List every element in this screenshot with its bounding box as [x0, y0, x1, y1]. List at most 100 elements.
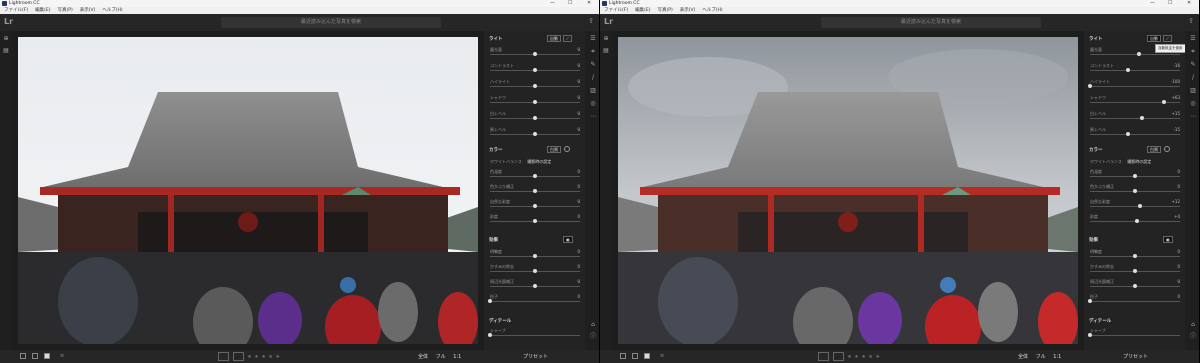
slider-value[interactable]: +0.35 — [1168, 47, 1180, 52]
bw-button[interactable]: 白黒 — [547, 146, 561, 153]
library-icon[interactable]: ▤ — [3, 48, 9, 54]
slider-value[interactable]: -16 — [1173, 63, 1180, 68]
slider-thumb[interactable] — [1133, 269, 1137, 273]
maximize-icon[interactable]: ☐ — [568, 0, 572, 7]
brush-icon[interactable]: / — [1190, 75, 1196, 81]
slider-thumb[interactable] — [533, 100, 537, 104]
slider-thumb[interactable] — [1125, 68, 1130, 72]
slider-light-4[interactable]: 白レベル 0 — [490, 111, 580, 121]
slider-value[interactable]: 0 — [1177, 184, 1180, 189]
linear-gradient-icon[interactable]: ▥ — [590, 88, 596, 94]
menu-help[interactable]: ヘルプ(H) — [102, 7, 122, 14]
slider-thumb[interactable] — [488, 299, 492, 303]
slider-light-2[interactable]: ハイライト -100 — [1088, 79, 1180, 89]
healing-brush-icon[interactable]: ✎ — [590, 62, 596, 68]
radial-gradient-icon[interactable]: ◎ — [590, 101, 596, 107]
slider-color-1[interactable]: 色かぶり補正 0 — [1090, 184, 1180, 194]
detail-view-icon[interactable] — [644, 353, 650, 359]
curve-icon[interactable]: ⟋ — [563, 35, 572, 42]
star-icon[interactable]: ★ — [276, 354, 280, 360]
radial-gradient-icon[interactable]: ◎ — [1190, 101, 1196, 107]
zoom-fill[interactable]: フル — [1036, 354, 1046, 360]
pick-flag-icon[interactable] — [218, 352, 229, 361]
slider-thumb[interactable] — [533, 189, 537, 193]
more-icon[interactable]: ⋯ — [1190, 114, 1196, 120]
tag-icon[interactable]: ⌂ — [590, 322, 596, 328]
sharpen-slider[interactable]: シャープ — [488, 328, 580, 338]
slider-thumb[interactable] — [533, 52, 537, 56]
slider-thumb[interactable] — [1088, 333, 1092, 337]
slider-value[interactable]: +63 — [1172, 95, 1180, 100]
slider-light-1[interactable]: コントラスト -16 — [1090, 63, 1180, 73]
edit-sliders-icon[interactable]: ☰ — [590, 36, 596, 42]
close-icon[interactable]: ✕ — [1187, 0, 1191, 7]
slider-thumb[interactable] — [488, 333, 492, 337]
slider-color-0[interactable]: 色温度 0 — [1090, 169, 1180, 179]
slider-value[interactable]: 0 — [577, 169, 580, 174]
auto-button[interactable]: 自動 — [1147, 35, 1161, 42]
slider-color-1[interactable]: 色かぶり補正 0 — [490, 184, 580, 194]
slider-value[interactable]: 0 — [577, 264, 580, 269]
white-balance-select[interactable]: 撮影時の設定 — [527, 159, 551, 164]
crop-icon[interactable]: ⌗ — [1190, 49, 1196, 55]
menu-file[interactable]: ファイル(F) — [4, 7, 28, 14]
slider-light-5[interactable]: 黒レベル 0 — [490, 127, 580, 137]
slider-thumb[interactable] — [1136, 52, 1141, 56]
add-photos-icon[interactable]: ⊕ — [3, 36, 9, 42]
slider-color-3[interactable]: 彩度 0 — [490, 214, 580, 224]
more-icon[interactable]: ⋯ — [590, 114, 596, 120]
zoom-fill[interactable]: フル — [436, 354, 446, 360]
slider-thumb[interactable] — [533, 132, 537, 136]
curve-icon[interactable]: ⟋ — [1163, 35, 1172, 42]
reject-flag-icon[interactable] — [832, 352, 844, 361]
slider-value[interactable]: -15 — [1173, 127, 1180, 132]
close-icon[interactable]: ✕ — [587, 0, 591, 7]
menu-view[interactable]: 表示(V) — [680, 7, 696, 14]
star-icon[interactable]: ★ — [854, 354, 858, 360]
linear-gradient-icon[interactable]: ▥ — [1190, 88, 1196, 94]
healing-brush-icon[interactable]: ✎ — [1190, 62, 1196, 68]
slider-thumb[interactable] — [1133, 189, 1137, 193]
sharpen-slider[interactable]: シャープ — [1088, 328, 1180, 338]
slider-effects-3[interactable]: 粒子 0 — [488, 294, 580, 304]
effects-settings-icon[interactable]: ▣ — [1163, 236, 1173, 243]
slider-value[interactable]: 0 — [1177, 249, 1180, 254]
square-grid-icon[interactable] — [632, 353, 638, 359]
slider-value[interactable]: 0 — [577, 95, 580, 100]
slider-thumb[interactable] — [1138, 204, 1143, 208]
slider-value[interactable]: 0 — [577, 294, 580, 299]
zoom-fit[interactable]: 全体 — [418, 354, 428, 360]
star-icon[interactable]: ★ — [847, 354, 851, 360]
preset-button[interactable]: プリセット — [1123, 353, 1148, 360]
slider-thumb[interactable] — [1133, 254, 1137, 258]
slider-value[interactable]: 0 — [577, 199, 580, 204]
slider-thumb[interactable] — [533, 84, 537, 88]
star-icon[interactable]: ★ — [861, 354, 865, 360]
zoom-1to1[interactable]: 1:1 — [1053, 354, 1061, 360]
slider-thumb[interactable] — [1088, 299, 1092, 303]
slider-thumb[interactable] — [533, 204, 537, 208]
slider-color-0[interactable]: 色温度 0 — [490, 169, 580, 179]
menu-photo[interactable]: 写真(P) — [657, 7, 672, 14]
slider-light-2[interactable]: ハイライト 0 — [490, 79, 580, 89]
color-mixer-icon[interactable] — [564, 146, 570, 152]
library-icon[interactable]: ▤ — [603, 48, 609, 54]
slider-thumb[interactable] — [533, 219, 537, 223]
slider-value[interactable]: +12 — [1172, 199, 1180, 204]
slider-value[interactable]: 0 — [577, 111, 580, 116]
info-icon[interactable]: ⓘ — [1190, 334, 1196, 340]
zoom-fit[interactable]: 全体 — [1018, 354, 1028, 360]
bw-button[interactable]: 白黒 — [1147, 146, 1161, 153]
menu-view[interactable]: 表示(V) — [80, 7, 96, 14]
search-input[interactable]: ⌕ 最近読み込んだ写真を検索 — [821, 17, 1041, 28]
star-icon[interactable]: ★ — [868, 354, 872, 360]
star-icon[interactable]: ★ — [254, 354, 258, 360]
slider-color-2[interactable]: 自然な彩度 0 — [490, 199, 580, 209]
slider-light-0[interactable]: 露光量 0 — [490, 47, 580, 57]
slider-value[interactable]: 0 — [1177, 294, 1180, 299]
slider-thumb[interactable] — [1088, 84, 1092, 88]
grid-view-icon[interactable] — [620, 353, 626, 359]
slider-value[interactable]: 0 — [577, 249, 580, 254]
menu-help[interactable]: ヘルプ(H) — [702, 7, 722, 14]
brush-icon[interactable]: / — [590, 75, 596, 81]
